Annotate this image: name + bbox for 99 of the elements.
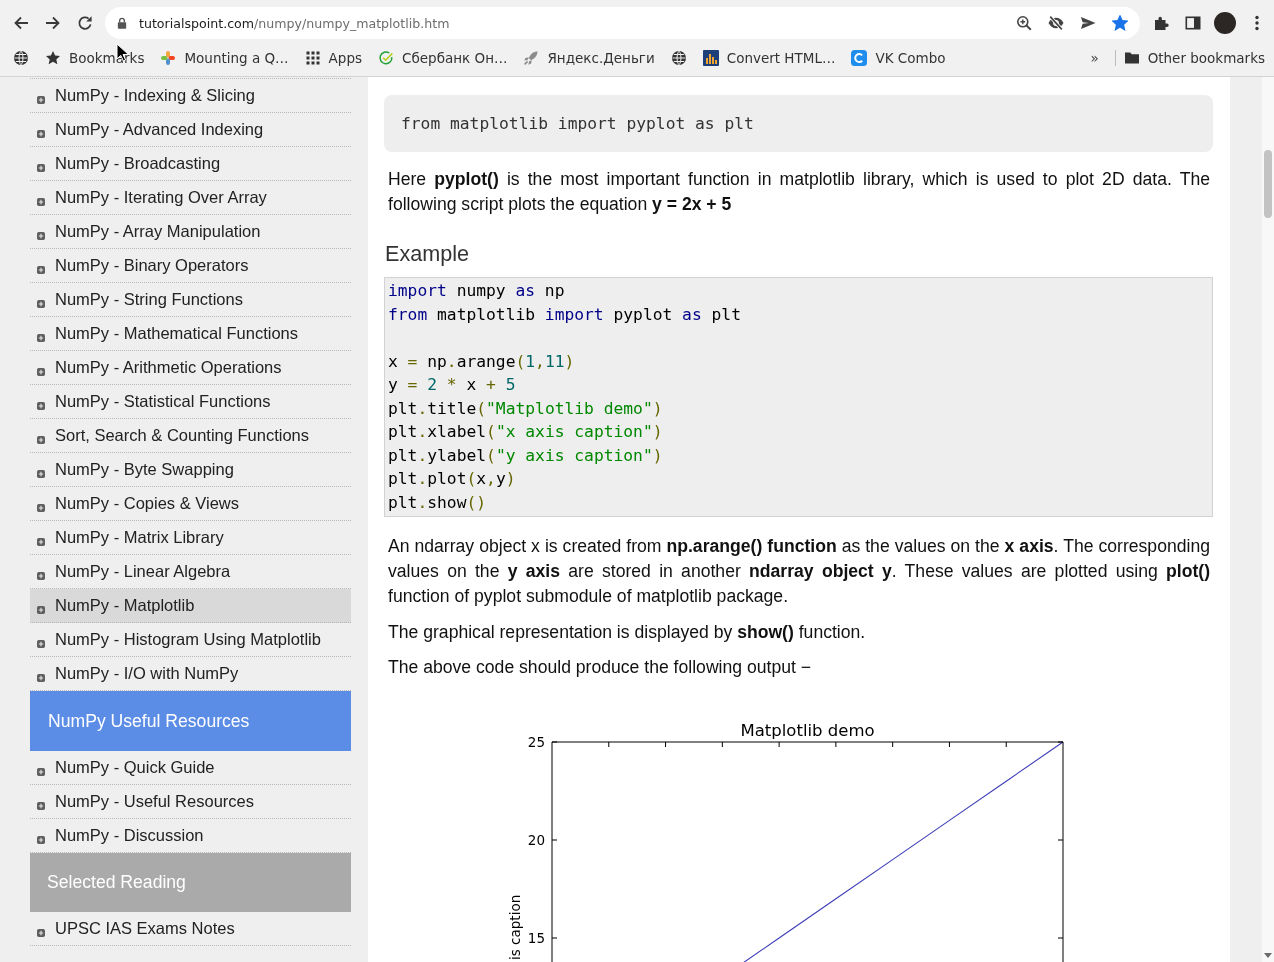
star-icon[interactable] [1112,15,1128,31]
scrollbar-track[interactable] [1262,77,1274,962]
sidebar-link[interactable]: NumPy - Broadcasting [30,147,351,181]
bookmark-folder-link[interactable]: Other bookmarks [1115,44,1273,72]
y-tick-label: 25 [527,733,545,750]
sidebar-link[interactable]: NumPy - Matplotlib [30,589,351,623]
sidebar-link[interactable]: NumPy - Array Manipulation [30,215,351,249]
puzzle-icon[interactable] [1153,15,1169,31]
zoom-in-icon[interactable] [1016,15,1032,31]
plus-box-icon [37,835,45,844]
rocket-icon [523,50,540,66]
url-text: tutorialspoint.com/numpy/numpy_matplotlib.htm [139,15,450,31]
sidebar-heading: NumPy Useful Resources [30,691,351,751]
scrollbar-thumb[interactable] [1264,150,1272,218]
globe-icon[interactable] [13,50,29,66]
plus-box-icon [37,435,45,444]
sidebar-link[interactable]: NumPy - Indexing & Slicing [30,79,351,113]
plus-box-icon [37,503,45,512]
avatar-icon[interactable] [1214,12,1236,34]
sidebar-heading: Selected Reading [30,853,351,912]
plus-box-icon [37,231,45,240]
plus-box-icon [37,197,45,206]
bookmark-link[interactable]: Сбербанк Он… [370,44,516,72]
code-line: plt.show() [388,491,488,514]
paragraph: An ndarray object x is created from np.arange() function as the values on the x axis. The corresponding values on the y axis are stored in another ndarray object y. These values are plotted using plot() function of pyplot submodule of matplotlib package. [387,535,1211,609]
code-snippet: from matplotlib import pyplot as plt [384,95,1213,152]
bookmark-link[interactable]: Convert HTML… [694,44,844,72]
y-tick-label: 15 [527,929,545,946]
plus-box-icon [37,605,45,614]
sidebar-link[interactable]: NumPy - Iterating Over Array [30,181,351,215]
code-line: plt.title("Matplotlib demo") [388,397,664,420]
plus-box-icon [37,801,45,810]
code-line: plt.ylabel("y axis caption") [388,444,664,467]
eye-off-icon[interactable] [1048,15,1064,31]
sidebar-link[interactable]: NumPy - Useful Resources [30,785,351,819]
plus-box-icon [37,469,45,478]
sidebar-link[interactable]: UPSC IAS Exams Notes [30,912,351,946]
side-panel-icon[interactable] [1185,15,1201,31]
lock-icon [117,17,127,29]
plus-box-icon [37,639,45,648]
reload-icon[interactable] [77,15,93,31]
code-line: from matplotlib import pyplot as plt [388,303,742,326]
check-circle-icon [378,50,395,66]
forward-icon[interactable] [45,15,61,31]
bookmark-link[interactable]: Mounting a Q… [152,44,297,72]
back-icon[interactable] [13,15,29,31]
grid-icon [304,50,321,66]
code-line: plt.plot(x,y) [388,468,517,491]
scroll-down-icon[interactable] [1264,953,1272,958]
bookmark-link[interactable]: Bookmarks [37,44,153,72]
bookmark-link[interactable]: Apps [296,44,371,72]
bookmarks-overflow-button[interactable]: » [1082,44,1107,72]
plus-box-icon [37,571,45,580]
sidebar-link[interactable]: NumPy - Copies & Views [30,487,351,521]
arc-tile-icon [851,50,868,66]
plus-box-icon [37,767,45,776]
send-icon[interactable] [1080,15,1096,31]
folder-icon [1123,50,1140,66]
bookmark-link[interactable]: Яндекс.Деньги [515,44,663,72]
plus-box-icon [37,537,45,546]
bookmark-link[interactable]: VK Combo [843,44,954,72]
code-line: plt.xlabel("x axis caption") [388,421,664,444]
plus-box-icon [37,265,45,274]
code-line: import numpy as np [388,280,566,302]
plus-box-icon [37,299,45,308]
section-heading: Example [384,241,470,267]
plus-box-icon [37,928,45,937]
sidebar-link[interactable]: NumPy - Quick Guide [30,751,351,785]
code-line: x = np.arange(1,11) [388,350,576,373]
sidebar-link[interactable]: NumPy - Advanced Indexing [30,113,351,147]
sidebar-link[interactable]: NumPy - Statistical Functions [30,385,351,419]
plus-box-icon [37,95,45,104]
paragraph: Here pyplot() is the most important function in matplotlib library, which is used to plot 2D data. The following script plots the equation y = 2x + 5 [387,167,1211,216]
plus-box-icon [37,333,45,342]
sidebar-link[interactable]: NumPy - String Functions [30,283,351,317]
plus-box-icon [37,673,45,682]
plus-box-icon [37,367,45,376]
sidebar-link[interactable]: NumPy - Matrix Library [30,521,351,555]
chart-title: Matplotlib demo [740,720,875,740]
y-axis-label: is caption [507,894,523,960]
sidebar-link[interactable]: Sort, Search & Counting Functions [30,419,351,453]
plus-box-icon [37,163,45,172]
pinwheel-icon [160,50,177,66]
y-tick-label: 20 [527,831,545,848]
paragraph: The graphical representation is displayed by show() function. [387,620,867,644]
plus-box-icon [37,129,45,138]
sidebar-link[interactable]: NumPy - Histogram Using Matplotlib [30,623,351,657]
sidebar-link[interactable]: NumPy - Byte Swapping [30,453,351,487]
code-line: y = 2 * x + 5 [388,374,517,397]
sidebar-link[interactable]: NumPy - Arithmetic Operations [30,351,351,385]
sidebar-link[interactable]: NumPy - Binary Operators [30,249,351,283]
more-menu-icon[interactable] [1255,15,1259,31]
plus-box-icon [37,401,45,410]
paragraph: The above code should produce the following output − [387,656,813,680]
sidebar-link[interactable]: NumPy - Mathematical Functions [30,317,351,351]
address-bar[interactable]: tutorialspoint.com/numpy/numpy_matplotlib.htm [105,7,1140,39]
star-icon [45,50,61,66]
bar-chart-icon [702,50,719,66]
globe-icon[interactable] [670,50,687,66]
